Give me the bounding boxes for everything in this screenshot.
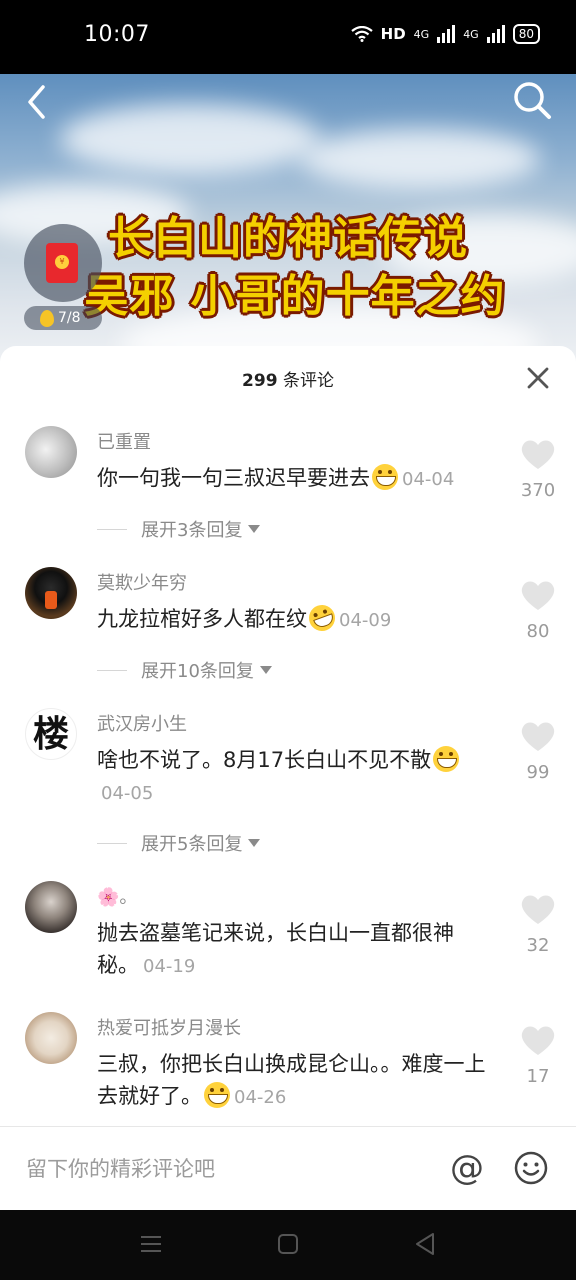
comments-count: 299	[242, 371, 278, 391]
comment-body: 三叔，你把长白山换成昆仑山。。难度一上去就好了。	[97, 1052, 486, 1108]
status-icons: HD 4G 4G 80	[350, 24, 540, 44]
video-player[interactable]: 长白山的神话传说 吴邪 小哥的十年之约 ¥ 7/8	[0, 74, 576, 364]
comments-count-label: 条评论	[282, 371, 334, 391]
close-icon[interactable]	[526, 366, 550, 390]
comment-text: 九龙拉棺好多人都在纹 04-09	[97, 601, 497, 637]
avatar[interactable]: 楼	[25, 708, 77, 760]
comment-username[interactable]: 热爱可抵岁月漫长	[97, 1014, 241, 1040]
like-button[interactable]: 370	[520, 438, 556, 501]
avatar[interactable]	[25, 1012, 77, 1064]
comment-input-bar[interactable]: 留下你的精彩评论吧 @	[0, 1126, 576, 1210]
caret-down-icon	[248, 525, 261, 533]
signal-icon-1	[437, 25, 456, 43]
comment-date: 04-09	[339, 610, 392, 631]
avatar[interactable]	[25, 567, 77, 619]
comment-input-placeholder[interactable]: 留下你的精彩评论吧	[26, 1153, 215, 1183]
comments-panel: 299 条评论 已重置 你一句我一句三叔迟早要进去 04-04 370 展开3条回…	[0, 346, 576, 1208]
system-nav-bar	[0, 1210, 576, 1280]
comment-date: 04-04	[402, 469, 455, 490]
like-count: 370	[520, 480, 556, 501]
avatar-char: 楼	[32, 713, 69, 755]
heart-icon	[521, 1026, 555, 1055]
avatar[interactable]	[25, 426, 77, 478]
battery-icon: 80	[512, 24, 540, 44]
search-icon[interactable]	[510, 78, 554, 122]
like-button[interactable]: 17	[520, 1024, 556, 1087]
expand-replies[interactable]: 展开3条回复	[97, 516, 261, 542]
comment-item[interactable]: 莫欺少年穷 九龙拉棺好多人都在纹 04-09 80 展开10条回复	[0, 567, 576, 687]
comment-body: 九龙拉棺好多人都在纹	[97, 607, 307, 631]
expand-replies-label: 展开3条回复	[141, 520, 243, 541]
comment-username[interactable]: 🌸。	[97, 883, 137, 909]
gold-egg-icon	[40, 309, 54, 327]
comment-date: 04-19	[143, 956, 196, 977]
red-envelope-button[interactable]: ¥	[24, 224, 102, 302]
network-label-1: 4G	[413, 27, 430, 41]
comment-item[interactable]: 🌸。 抛去盗墓笔记来说，长白山一直都很神秘。 04-19 32	[0, 881, 576, 991]
heart-icon	[521, 895, 555, 924]
rofl-emoji-icon	[305, 601, 339, 635]
hd-label: HD	[380, 25, 406, 43]
coin-progress: 7/8	[58, 310, 81, 326]
comment-text: 你一句我一句三叔迟早要进去 04-04	[97, 462, 497, 496]
chevron-left-icon[interactable]	[18, 82, 58, 122]
red-envelope-icon: ¥	[46, 243, 78, 283]
mention-button[interactable]: @	[448, 1149, 486, 1187]
comment-text: 抛去盗墓笔记来说，长白山一直都很神秘。 04-19	[97, 917, 487, 983]
comment-username[interactable]: 莫欺少年穷	[97, 569, 187, 595]
expand-replies-label: 展开10条回复	[141, 661, 254, 682]
coin-progress-badge: 7/8	[24, 306, 102, 330]
menu-icon[interactable]	[140, 1234, 162, 1254]
comment-username[interactable]: 武汉房小生	[97, 710, 187, 736]
caret-down-icon	[259, 666, 272, 674]
comment-date: 04-05	[101, 783, 154, 804]
expand-replies[interactable]: 展开5条回复	[97, 830, 261, 856]
comments-count-title: 299 条评论	[0, 366, 576, 391]
expand-replies-label: 展开5条回复	[141, 834, 243, 855]
grin-emoji-icon	[433, 746, 460, 772]
like-button[interactable]: 99	[520, 720, 556, 783]
heart-icon	[521, 440, 555, 469]
signal-icon-2	[486, 25, 505, 43]
like-count: 80	[526, 621, 550, 642]
home-square-icon[interactable]	[278, 1234, 298, 1254]
grin-emoji-icon	[372, 464, 398, 490]
triangle-back-icon[interactable]	[414, 1232, 436, 1256]
comment-item[interactable]: 楼 武汉房小生 啥也不说了。8月17长白山不见不散 04-05 99 展开5条回复	[0, 708, 576, 858]
status-bar: 10:07 HD 4G 4G 80	[0, 0, 576, 74]
like-count: 32	[526, 935, 550, 956]
caret-down-icon	[248, 839, 261, 847]
grin-emoji-icon	[204, 1082, 230, 1108]
expand-replies[interactable]: 展开10条回复	[97, 657, 272, 683]
comment-text: 三叔，你把长白山换成昆仑山。。难度一上去就好了。 04-26	[97, 1048, 487, 1114]
avatar[interactable]	[25, 881, 77, 933]
like-button[interactable]: 32	[520, 893, 556, 956]
like-count: 99	[526, 762, 550, 783]
like-button[interactable]: 80	[520, 579, 556, 642]
network-label-2: 4G	[463, 27, 479, 41]
smiley-icon[interactable]	[514, 1151, 548, 1185]
like-count: 17	[526, 1066, 550, 1087]
comment-item[interactable]: 热爱可抵岁月漫长 三叔，你把长白山换成昆仑山。。难度一上去就好了。 04-26 1…	[0, 1012, 576, 1122]
comment-body: 啥也不说了。8月17长白山不见不散	[97, 748, 432, 772]
heart-icon	[521, 581, 555, 610]
comment-date: 04-26	[234, 1087, 287, 1108]
comment-text: 啥也不说了。8月17长白山不见不散 04-05	[97, 744, 487, 810]
wifi-icon	[350, 26, 373, 42]
comment-body: 你一句我一句三叔迟早要进去	[97, 466, 370, 490]
status-time: 10:07	[84, 22, 150, 47]
comment-username[interactable]: 已重置	[97, 428, 151, 454]
comment-item[interactable]: 已重置 你一句我一句三叔迟早要进去 04-04 370 展开3条回复	[0, 426, 576, 546]
heart-icon	[521, 722, 555, 751]
